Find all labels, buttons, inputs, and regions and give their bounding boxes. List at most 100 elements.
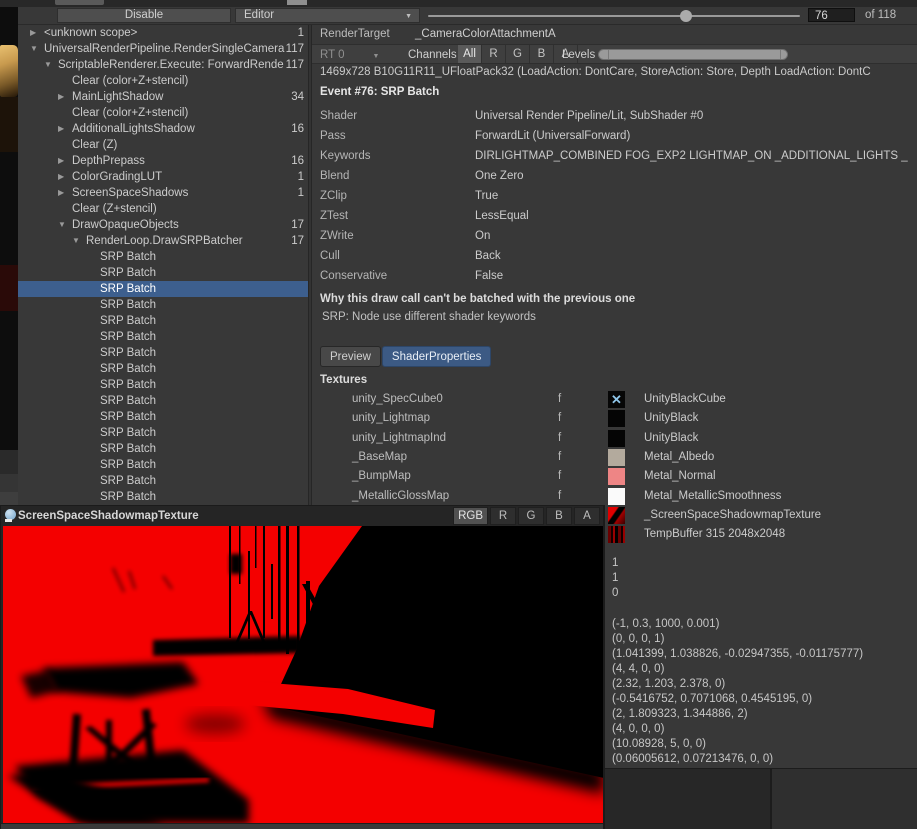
tab-shader-properties[interactable]: ShaderProperties (382, 346, 492, 367)
texture-row[interactable]: _MetallicGlossMapfMetal_MetallicSmoothne… (312, 487, 917, 506)
target-dropdown[interactable]: Editor ▼ (235, 8, 420, 23)
tree-item-count: 1 (298, 25, 308, 41)
chevron-expanded-icon[interactable]: ▼ (58, 217, 72, 233)
texture-property-name: _BaseMap (352, 448, 407, 467)
tree-item[interactable]: ▶DepthPrepass16 (18, 153, 308, 169)
tree-item[interactable]: SRP Batch (18, 377, 308, 393)
tree-item[interactable]: SRP Batch (18, 249, 308, 265)
tree-item[interactable]: Clear (Z) (18, 137, 308, 153)
texture-thumbnail[interactable] (608, 468, 625, 485)
rt-index-dropdown[interactable]: RT 0▼ (320, 47, 379, 63)
tree-item[interactable]: ▶<unknown scope>1 (18, 25, 308, 41)
tree-item-count: 117 (286, 41, 308, 57)
tree-item[interactable]: ▼UniversalRenderPipeline.RenderSingleCam… (18, 41, 308, 57)
shader-state-row: ZWriteOn (312, 226, 917, 246)
texture-thumbnail[interactable]: ✕ (608, 391, 625, 408)
texture-precision-flag: f (558, 429, 561, 448)
tree-item[interactable]: SRP Batch (18, 441, 308, 457)
texture-thumbnail[interactable] (608, 507, 625, 524)
scene-dark-object (0, 97, 18, 152)
tree-item[interactable]: SRP Batch (18, 345, 308, 361)
shadowmap-window-titlebar[interactable]: ScreenSpaceShadowmapTexture RGBRGBA (1, 506, 604, 526)
shader-state-label: Keywords (320, 146, 371, 166)
tree-item-label: UniversalRenderPipeline.RenderSingleCame… (44, 41, 286, 57)
channel-all-button[interactable]: All (458, 45, 482, 63)
tree-item[interactable]: SRP Batch (18, 361, 308, 377)
channel-b-button[interactable]: B (530, 45, 554, 63)
tree-item[interactable]: SRP Batch (18, 297, 308, 313)
tree-item[interactable]: SRP Batch (18, 281, 308, 297)
popup-channel-a-button[interactable]: A (574, 507, 600, 525)
event-title: Event #76: SRP Batch (320, 86, 439, 98)
tree-item[interactable]: SRP Batch (18, 473, 308, 489)
background-panel-band (0, 450, 18, 474)
vector-value: (4, 0, 0, 0) (612, 722, 863, 737)
background-window-edge (0, 0, 917, 7)
popup-channel-r-button[interactable]: R (490, 507, 516, 525)
tree-item[interactable]: ▶ScreenSpaceShadows1 (18, 185, 308, 201)
texture-property-name: _BumpMap (352, 467, 411, 486)
tree-item[interactable]: SRP Batch (18, 409, 308, 425)
tree-item[interactable]: SRP Batch (18, 489, 308, 505)
tree-item[interactable]: ▶MainLightShadow34 (18, 89, 308, 105)
tree-item[interactable]: SRP Batch (18, 265, 308, 281)
texture-row[interactable]: unity_LightmapIndfUnityBlack (312, 429, 917, 448)
chevron-collapsed-icon[interactable]: ▶ (58, 121, 72, 137)
levels-range-slider[interactable] (598, 49, 788, 60)
popup-channel-rgb-button[interactable]: RGB (453, 507, 488, 525)
tree-item[interactable]: ▼DrawOpaqueObjects17 (18, 217, 308, 233)
tree-item-count: 1 (298, 169, 308, 185)
chevron-collapsed-icon[interactable]: ▶ (58, 185, 72, 201)
channel-g-button[interactable]: G (506, 45, 530, 63)
chevron-expanded-icon[interactable]: ▼ (72, 233, 86, 249)
chevron-collapsed-icon[interactable]: ▶ (30, 25, 44, 41)
tab-preview[interactable]: Preview (320, 346, 381, 367)
tree-item[interactable]: Clear (Z+stencil) (18, 201, 308, 217)
event-slider-handle[interactable] (680, 10, 692, 22)
channel-r-button[interactable]: R (482, 45, 506, 63)
shader-state-label: Pass (320, 126, 346, 146)
tree-item[interactable]: SRP Batch (18, 425, 308, 441)
texture-thumbnail[interactable] (608, 430, 625, 447)
popup-channel-g-button[interactable]: G (518, 507, 544, 525)
float-value: 0 (612, 586, 618, 601)
tree-item[interactable]: Clear (color+Z+stencil) (18, 73, 308, 89)
tree-item[interactable]: ▼RenderLoop.DrawSRPBatcher17 (18, 233, 308, 249)
texture-thumbnail[interactable] (608, 526, 625, 543)
chevron-expanded-icon[interactable]: ▼ (44, 57, 58, 73)
texture-thumbnail[interactable] (608, 488, 625, 505)
tree-item[interactable]: SRP Batch (18, 313, 308, 329)
tree-item-label: AdditionalLightsShadow (72, 121, 291, 137)
texture-row[interactable]: _BumpMapfMetal_Normal (312, 467, 917, 486)
tree-item-label: SRP Batch (100, 441, 304, 457)
tree-item[interactable]: ▶AdditionalLightsShadow16 (18, 121, 308, 137)
event-slider-track[interactable] (428, 15, 800, 17)
tree-item[interactable]: ▶ColorGradingLUT1 (18, 169, 308, 185)
chevron-collapsed-icon[interactable]: ▶ (58, 169, 72, 185)
vector-value: (2, 1.809323, 1.344886, 2) (612, 707, 863, 722)
channels-toolbar: RT 0▼ Channels AllRGBA Levels (312, 44, 917, 64)
tree-item-label: Clear (color+Z+stencil) (72, 73, 304, 89)
popup-channel-b-button[interactable]: B (546, 507, 572, 525)
shader-state-value: ForwardLit (UniversalForward) (475, 126, 917, 146)
shader-state-label: Blend (320, 166, 349, 186)
chevron-collapsed-icon[interactable]: ▶ (58, 89, 72, 105)
tree-item[interactable]: SRP Batch (18, 329, 308, 345)
texture-row[interactable]: unity_LightmapfUnityBlack (312, 409, 917, 428)
texture-row[interactable]: unity_SpecCube0f✕UnityBlackCube (312, 390, 917, 409)
tree-item[interactable]: SRP Batch (18, 457, 308, 473)
floats-values: 110 (612, 556, 618, 601)
texture-thumbnail[interactable] (608, 449, 625, 466)
texture-row[interactable]: _BaseMapfMetal_Albedo (312, 448, 917, 467)
tree-item[interactable]: Clear (color+Z+stencil) (18, 105, 308, 121)
tree-item[interactable]: ▼ScriptableRenderer.Execute: ForwardRend… (18, 57, 308, 73)
arrow-spacer (86, 457, 100, 473)
disable-button[interactable]: Disable (57, 8, 231, 23)
chevron-collapsed-icon[interactable]: ▶ (58, 153, 72, 169)
chevron-expanded-icon[interactable]: ▼ (30, 41, 44, 57)
chevron-down-icon: ▼ (373, 53, 380, 60)
tree-item[interactable]: SRP Batch (18, 393, 308, 409)
event-number-input[interactable]: 76 (808, 8, 855, 22)
texture-thumbnail[interactable] (608, 410, 625, 427)
arrow-spacer (86, 345, 100, 361)
